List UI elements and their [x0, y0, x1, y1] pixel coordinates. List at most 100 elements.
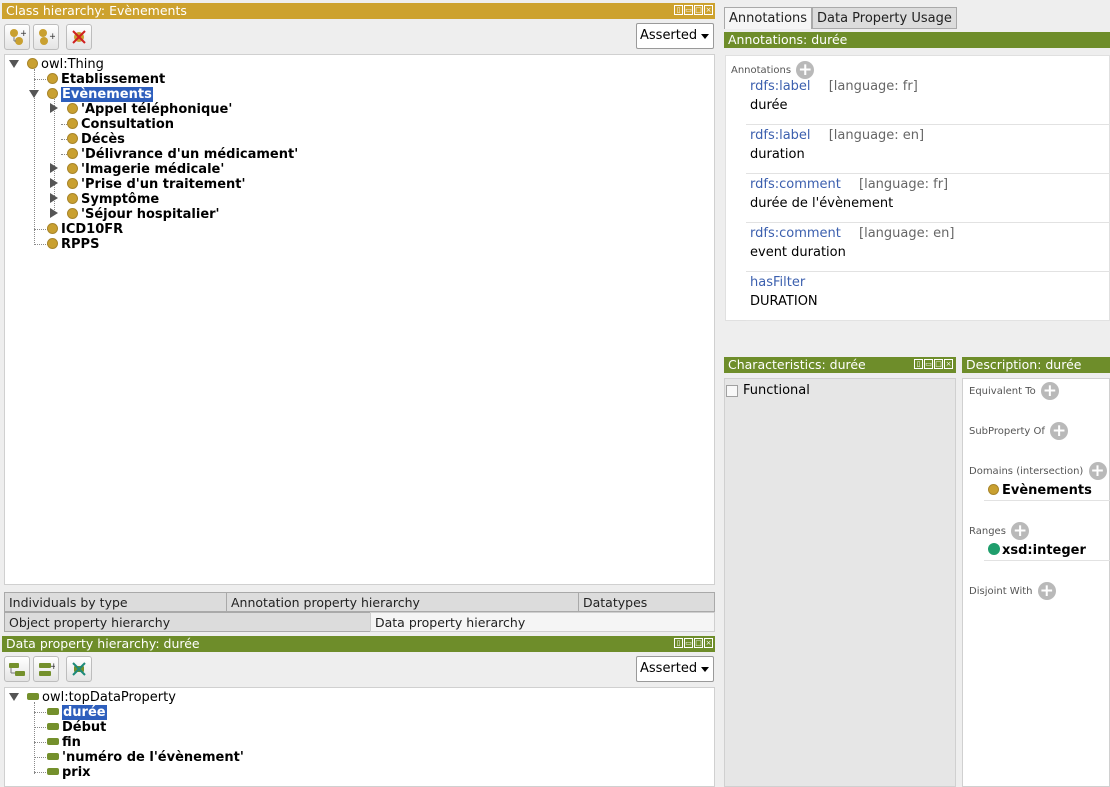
- tree-node[interactable]: 'Prise d'un traitement': [67, 177, 245, 192]
- minimize-icon[interactable]: ▭: [924, 359, 933, 369]
- tree-node[interactable]: 'numéro de l'évènement': [47, 750, 244, 765]
- minimize-icon[interactable]: ▭: [684, 5, 693, 15]
- domain-value-row[interactable]: Evènements: [988, 483, 1092, 498]
- collapsed-triangle-icon[interactable]: [50, 163, 58, 173]
- annotation-entry[interactable]: rdfs:label [language: fr]: [750, 79, 918, 94]
- add-sub-property-button[interactable]: [4, 656, 30, 682]
- annotations-section-label: Annotations +: [731, 61, 815, 79]
- equivalent-to-label: Equivalent To: [969, 386, 1036, 397]
- add-subproperty-icon[interactable]: +: [1050, 422, 1069, 440]
- class-icon: [47, 223, 58, 234]
- tab-annotation-property-hierarchy[interactable]: Annotation property hierarchy: [226, 592, 579, 612]
- tree-node[interactable]: Symptôme: [67, 192, 159, 207]
- range-value: xsd:integer: [1002, 543, 1086, 558]
- tree-node[interactable]: ICD10FR: [47, 222, 123, 237]
- collapsed-triangle-icon[interactable]: [50, 208, 58, 218]
- add-disjoint-icon[interactable]: +: [1037, 582, 1056, 600]
- add-sibling-class-button[interactable]: +: [33, 24, 59, 50]
- domains-label: Domains (intersection): [969, 466, 1084, 477]
- tree-node[interactable]: Décès: [67, 132, 125, 147]
- split-icon[interactable]: ▯: [914, 359, 923, 369]
- tree-node-label: Evènements: [61, 87, 153, 102]
- tab-label: Individuals by type: [9, 595, 128, 610]
- tree-node[interactable]: RPPS: [47, 237, 99, 252]
- tab-object-property-hierarchy[interactable]: Object property hierarchy: [4, 612, 371, 632]
- annotation-property[interactable]: rdfs:label: [750, 128, 811, 143]
- tree-node-label: Etablissement: [61, 72, 166, 87]
- add-sibling-property-button[interactable]: +: [33, 656, 59, 682]
- functional-checkbox[interactable]: [726, 384, 738, 397]
- tab-datatypes[interactable]: Datatypes: [578, 592, 715, 612]
- tab-individuals-by-type[interactable]: Individuals by type: [4, 592, 227, 612]
- tree-node[interactable]: prix: [47, 765, 91, 780]
- close-icon[interactable]: ×: [704, 5, 713, 15]
- tree-guide-line: [34, 712, 48, 713]
- class-icon: [67, 103, 78, 114]
- data-property-mode-select[interactable]: Asserted: [636, 656, 714, 682]
- annotation-entry[interactable]: rdfs:comment [language: fr]: [750, 177, 948, 192]
- maximize-icon[interactable]: □: [694, 638, 703, 648]
- tree-node[interactable]: Consultation: [67, 117, 174, 132]
- split-icon[interactable]: ▯: [674, 638, 683, 648]
- collapsed-triangle-icon[interactable]: [50, 103, 58, 113]
- tree-node[interactable]: 'Imagerie médicale': [67, 162, 224, 177]
- ranges-label: Ranges: [969, 526, 1006, 537]
- tree-node[interactable]: 'Séjour hospitalier': [67, 207, 220, 222]
- domains-section: Domains (intersection) +: [969, 462, 1107, 480]
- svg-text:+: +: [50, 662, 55, 672]
- add-equivalent-icon[interactable]: +: [1040, 382, 1059, 400]
- tab-data-property-hierarchy[interactable]: Data property hierarchy: [370, 612, 715, 632]
- tree-node[interactable]: Début: [47, 720, 106, 735]
- tree-node[interactable]: Etablissement: [47, 72, 165, 87]
- equivalent-to-section: Equivalent To +: [969, 382, 1059, 400]
- close-icon[interactable]: ×: [944, 359, 953, 369]
- maximize-icon[interactable]: □: [934, 359, 943, 369]
- annotation-property[interactable]: hasFilter: [750, 275, 805, 290]
- functional-checkbox-row[interactable]: Functional: [726, 383, 810, 398]
- data-property-icon: [47, 768, 59, 775]
- add-range-icon[interactable]: +: [1011, 522, 1030, 540]
- add-annotation-icon[interactable]: +: [796, 61, 815, 79]
- annotation-property[interactable]: rdfs:comment: [750, 226, 841, 241]
- minimize-icon[interactable]: ▭: [684, 638, 693, 648]
- range-value-row[interactable]: xsd:integer: [988, 543, 1086, 558]
- add-subclass-button[interactable]: +: [4, 24, 30, 50]
- tree-node-label: 'Imagerie médicale': [81, 162, 225, 177]
- data-property-tree[interactable]: owl:topDataProperty durée Début fin 'num…: [4, 687, 715, 787]
- tree-node-selected[interactable]: Evènements: [47, 87, 153, 102]
- annotation-property[interactable]: rdfs:label: [750, 79, 811, 94]
- annotation-entry[interactable]: hasFilter: [750, 275, 805, 290]
- add-sibling-property-icon: +: [39, 662, 55, 676]
- tree-node[interactable]: 'Appel téléphonique': [67, 102, 232, 117]
- annotation-entry[interactable]: rdfs:label [language: en]: [750, 128, 924, 143]
- maximize-icon[interactable]: □: [694, 5, 703, 15]
- annotation-value: durée: [750, 98, 788, 113]
- delete-property-button[interactable]: [66, 656, 92, 682]
- annotation-language: [language: en]: [828, 128, 925, 143]
- expand-triangle-icon[interactable]: [29, 90, 39, 98]
- add-domain-icon[interactable]: +: [1088, 462, 1107, 480]
- class-hierarchy-title-text: Class hierarchy: Evènements: [6, 3, 187, 18]
- delete-class-button[interactable]: [66, 24, 92, 50]
- class-hierarchy-tree[interactable]: owl:Thing Etablissement Evènements 'Appe…: [4, 54, 715, 585]
- tree-node-owl-thing[interactable]: owl:Thing: [27, 57, 104, 72]
- tab-annotations[interactable]: Annotations: [724, 7, 812, 29]
- annotation-language: [language: fr]: [828, 79, 918, 94]
- tree-node[interactable]: 'Délivrance d'un médicament': [67, 147, 298, 162]
- tab-data-property-usage[interactable]: Data Property Usage: [812, 7, 957, 29]
- expand-triangle-icon[interactable]: [9, 693, 19, 701]
- close-icon[interactable]: ×: [704, 638, 713, 648]
- expand-triangle-icon[interactable]: [9, 60, 19, 68]
- svg-text:+: +: [49, 32, 55, 42]
- annotation-value: durée de l'évènement: [750, 196, 894, 211]
- tree-node-top-data-property[interactable]: owl:topDataProperty: [27, 690, 176, 705]
- tree-node-selected[interactable]: durée: [47, 705, 107, 720]
- tree-node[interactable]: fin: [47, 735, 81, 750]
- annotation-entry[interactable]: rdfs:comment [language: en]: [750, 226, 954, 241]
- annotation-divider: [746, 124, 1110, 125]
- class-hierarchy-mode-select[interactable]: Asserted: [636, 23, 714, 49]
- annotation-property[interactable]: rdfs:comment: [750, 177, 841, 192]
- collapsed-triangle-icon[interactable]: [50, 178, 58, 188]
- split-icon[interactable]: ▯: [674, 5, 683, 15]
- collapsed-triangle-icon[interactable]: [50, 193, 58, 203]
